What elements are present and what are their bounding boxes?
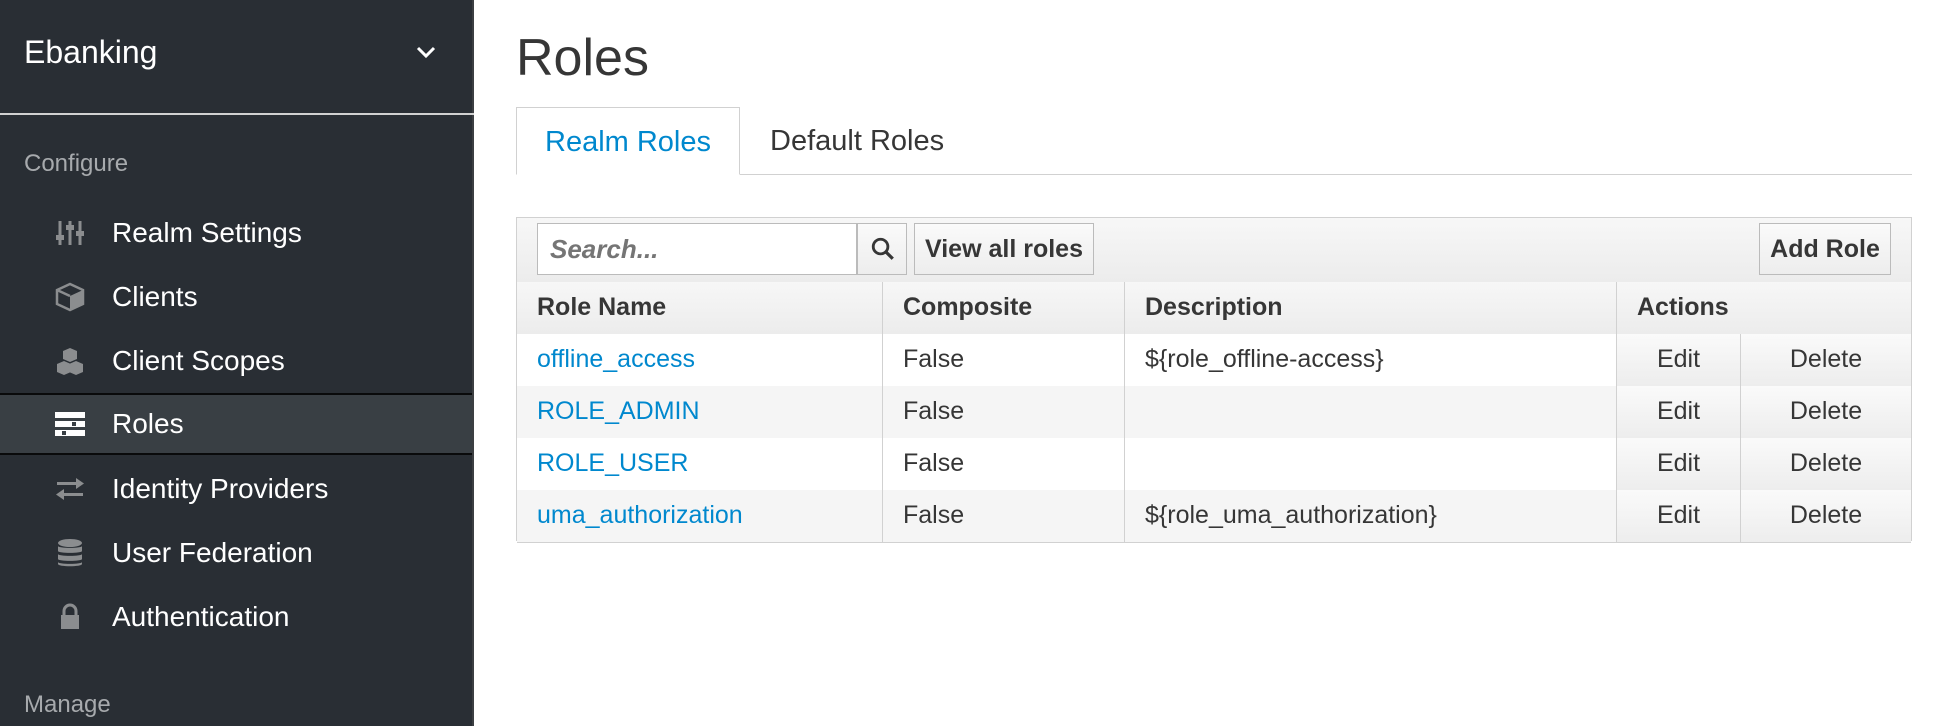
header-description[interactable]: Description bbox=[1125, 282, 1617, 334]
section-configure: Configure bbox=[24, 150, 129, 177]
composite-value: False bbox=[883, 438, 1125, 490]
cube-icon bbox=[55, 282, 85, 312]
description-value bbox=[1125, 386, 1617, 438]
sidebar-item-label: Identity Providers bbox=[112, 473, 329, 504]
sidebar-item-roles[interactable]: Roles bbox=[0, 393, 472, 455]
edit-button[interactable]: Edit bbox=[1617, 334, 1741, 386]
lock-icon bbox=[61, 603, 79, 629]
header-composite[interactable]: Composite bbox=[883, 282, 1125, 334]
delete-button[interactable]: Delete bbox=[1741, 438, 1911, 490]
header-role-name[interactable]: Role Name bbox=[517, 282, 883, 334]
edit-button[interactable]: Edit bbox=[1617, 490, 1741, 542]
composite-value: False bbox=[883, 386, 1125, 438]
sidebar-item-label: Client Scopes bbox=[112, 345, 285, 376]
sidebar-item-realm-settings[interactable]: Realm Settings bbox=[0, 202, 472, 264]
search-icon bbox=[871, 237, 894, 260]
edit-button[interactable]: Edit bbox=[1617, 438, 1741, 490]
realm-name: Ebanking bbox=[24, 34, 158, 70]
cubes-icon bbox=[57, 348, 83, 375]
add-role-button[interactable]: Add Role bbox=[1759, 223, 1891, 275]
role-name-link[interactable]: offline_access bbox=[517, 334, 883, 386]
composite-value: False bbox=[883, 490, 1125, 542]
page-title: Roles bbox=[516, 29, 649, 87]
delete-button[interactable]: Delete bbox=[1741, 334, 1911, 386]
chevron-down-icon bbox=[416, 46, 436, 59]
sidebar-item-clients[interactable]: Clients bbox=[0, 266, 472, 328]
delete-button[interactable]: Delete bbox=[1741, 490, 1911, 542]
description-value: ${role_uma_authorization} bbox=[1125, 490, 1617, 542]
search-button[interactable] bbox=[857, 223, 907, 275]
sidebar: Ebanking Configure Realm Settings Client… bbox=[0, 0, 474, 726]
section-manage: Manage bbox=[24, 691, 111, 718]
role-name-link[interactable]: ROLE_USER bbox=[517, 438, 883, 490]
delete-button[interactable]: Delete bbox=[1741, 386, 1911, 438]
roles-table: View all roles Add Role Role Name Compos… bbox=[516, 217, 1912, 543]
table-row: offline_access False ${role_offline-acce… bbox=[517, 334, 1911, 387]
sidebar-item-label: User Federation bbox=[112, 537, 313, 568]
table-toolbar: View all roles Add Role bbox=[517, 218, 1911, 283]
tab-default-roles[interactable]: Default Roles bbox=[770, 107, 944, 175]
main-content: Roles Realm Roles Default Roles View all… bbox=[474, 0, 1948, 726]
header-actions: Actions bbox=[1637, 293, 1729, 321]
table-row: uma_authorization False ${role_uma_autho… bbox=[517, 490, 1911, 543]
tab-realm-roles[interactable]: Realm Roles bbox=[516, 107, 740, 175]
view-all-roles-button[interactable]: View all roles bbox=[914, 223, 1094, 275]
sidebar-item-label: Authentication bbox=[112, 601, 290, 632]
sidebar-item-client-scopes[interactable]: Client Scopes bbox=[0, 330, 472, 392]
sidebar-item-label: Realm Settings bbox=[112, 217, 302, 248]
sidebar-item-user-federation[interactable]: User Federation bbox=[0, 522, 472, 584]
composite-value: False bbox=[883, 334, 1125, 386]
list-icon bbox=[55, 412, 85, 436]
sliders-icon bbox=[56, 221, 84, 245]
realm-selector[interactable]: Ebanking bbox=[0, 0, 474, 115]
table-row: ROLE_USER False Edit Delete bbox=[517, 438, 1911, 491]
search-input[interactable] bbox=[537, 223, 857, 275]
exchange-icon bbox=[56, 478, 84, 500]
description-value bbox=[1125, 438, 1617, 490]
table-row: ROLE_ADMIN False Edit Delete bbox=[517, 386, 1911, 439]
database-icon bbox=[58, 539, 82, 567]
sidebar-item-identity-providers[interactable]: Identity Providers bbox=[0, 458, 472, 520]
sidebar-item-label: Clients bbox=[112, 281, 198, 312]
edit-button[interactable]: Edit bbox=[1617, 386, 1741, 438]
description-value: ${role_offline-access} bbox=[1125, 334, 1617, 386]
sidebar-item-authentication[interactable]: Authentication bbox=[0, 586, 472, 648]
role-name-link[interactable]: uma_authorization bbox=[517, 490, 883, 542]
role-name-link[interactable]: ROLE_ADMIN bbox=[517, 386, 883, 438]
table-header: Role Name Composite Description Actions bbox=[517, 282, 1911, 335]
sidebar-item-label: Roles bbox=[112, 408, 184, 439]
